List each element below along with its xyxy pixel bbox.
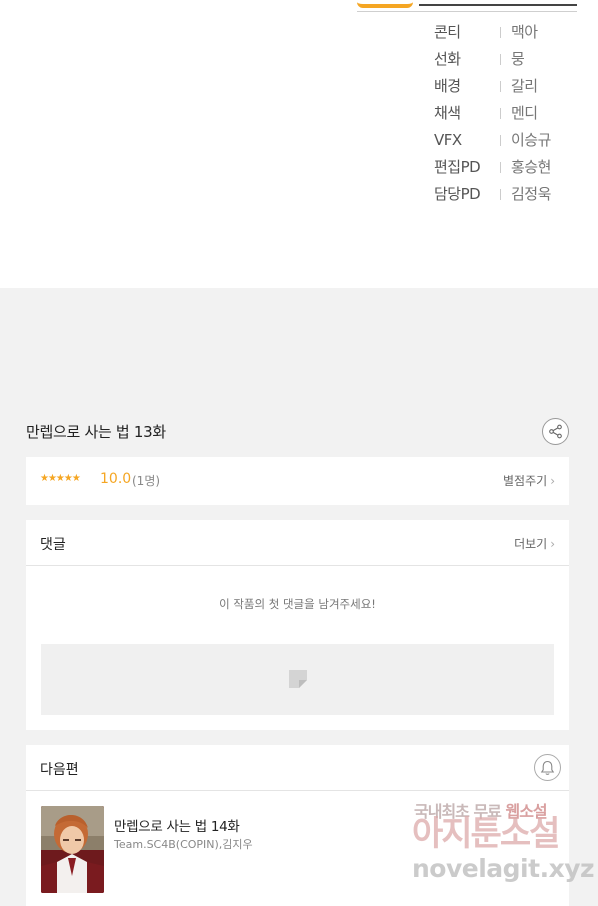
chevron-right-icon: › [550,537,555,551]
next-episode-thumbnail[interactable] [41,806,104,893]
credit-role: VFX [434,131,462,149]
credit-separator [500,135,501,146]
credit-role: 선화 [434,50,461,68]
rate-button-label: 별점주기 [503,474,548,488]
site-watermark: 국내최초 무료 웹소설 아지툰소설 novelagit.xyz [410,798,595,888]
next-section-title: 다음편 [40,762,79,778]
credit-name: 이승규 [511,131,551,149]
credit-row: VFX 이승규 [434,130,584,157]
rating-count: (1명) [132,474,161,488]
credit-separator [500,108,501,119]
chevron-right-icon: › [550,474,555,488]
episode-title: 만렙으로 사는 법 13화 [26,423,166,441]
comments-more-label: 더보기 [514,537,548,551]
credit-separator [500,189,501,200]
share-icon [549,424,562,439]
bell-icon [540,760,555,775]
credit-separator [500,54,501,65]
comment-write-icon [289,670,307,688]
comment-input-box[interactable] [41,644,554,715]
watermark-url: novelagit.xyz [412,854,595,883]
credit-row: 편집PD 홍승현 [434,157,584,184]
credits-section: 콘티 맥아 선화 뭉 배경 갈리 채색 멘디 VFX 이승규 편집PD 홍승현 [0,0,598,288]
rating-stars: ★★★★★ [40,473,81,484]
credit-name: 김정욱 [511,185,551,203]
credit-role: 채색 [434,104,461,122]
rating-score: 10.0 [100,471,132,487]
banner-divider [357,11,577,12]
credit-separator [500,162,501,173]
credit-separator [500,27,501,38]
credit-name: 멘디 [511,104,538,122]
credit-row: 콘티 맥아 [434,22,584,49]
watermark-brand: 아지툰소설 [412,814,560,854]
next-episode-title[interactable]: 만렙으로 사는 법 14화 [114,815,240,835]
credit-row: 채색 멘디 [434,103,584,130]
credits-list: 콘티 맥아 선화 뭉 배경 갈리 채색 멘디 VFX 이승규 편집PD 홍승현 [434,22,584,211]
next-episode-author: Team.SC4B(COPIN),김지우 [114,838,253,851]
comments-card: 댓글 더보기 › 이 작품의 첫 댓글을 남겨주세요! [26,520,569,730]
credit-row: 선화 뭉 [434,49,584,76]
comments-title: 댓글 [40,537,66,553]
credit-name: 갈리 [511,77,538,95]
credit-name: 홍승현 [511,158,551,176]
comments-header: 댓글 더보기 › [26,520,569,566]
credit-role: 콘티 [434,23,461,41]
credit-role: 편집PD [434,158,481,176]
notification-button[interactable] [534,754,561,781]
credit-role: 담당PD [434,185,481,203]
credit-name: 맥아 [511,23,538,41]
credit-row: 배경 갈리 [434,76,584,103]
credit-role: 배경 [434,77,461,95]
credit-name: 뭉 [511,50,525,68]
credit-separator [500,81,501,92]
comments-empty-message: 이 작품의 첫 댓글을 남겨주세요! [219,597,376,611]
comments-more-link[interactable]: 더보기 › [514,535,555,552]
share-button[interactable] [542,418,569,445]
credit-row: 담당PD 김정욱 [434,184,584,211]
rate-button[interactable]: 별점주기 › [503,472,555,489]
rating-card: ★★★★★ 10.0 (1명) 별점주기 › [26,457,569,505]
next-header: 다음편 [26,745,569,791]
